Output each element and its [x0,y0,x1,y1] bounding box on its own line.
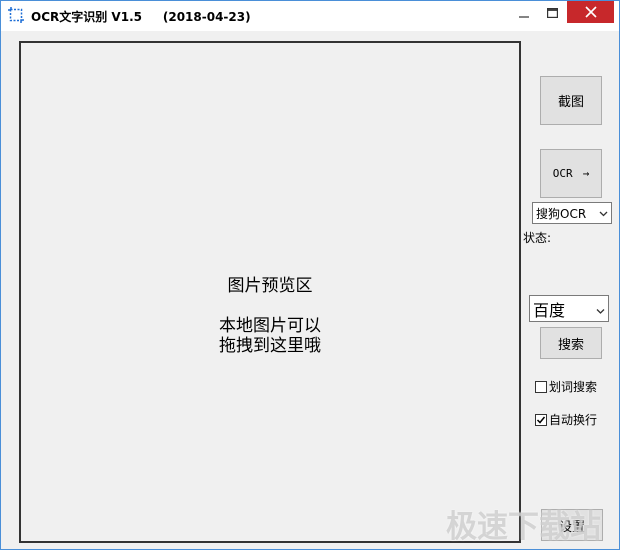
search-engine-value: 百度 [533,300,566,320]
screenshot-app-icon [8,7,24,23]
image-preview-area[interactable]: 图片预览区 本地图片可以 拖拽到这里哦 [19,41,521,543]
ocr-engine-select[interactable]: 搜狗OCR [532,202,612,224]
ocr-button-label: OCR [552,167,573,180]
close-button[interactable] [567,1,614,23]
watermark: 极速下载站 [446,509,601,545]
ocr-engine-value: 搜狗OCR [536,206,587,221]
minimize-icon [519,3,529,22]
search-engine-select[interactable]: 百度 [529,295,609,322]
screenshot-button-label: 截图 [557,95,584,110]
app-window: OCR文字识别 V1.5 (2018-04-23) 图片预览区 本地图片可以 拖… [0,0,620,550]
close-icon [584,3,597,22]
preview-hint-line2: 拖拽到这里哦 [219,336,321,356]
arrow-right-icon: → [582,167,590,180]
search-button[interactable]: 搜索 [540,327,602,359]
chevron-down-icon [599,206,608,220]
screenshot-button[interactable]: 截图 [540,76,602,125]
word-search-label: 划词搜索 [549,380,598,394]
auto-wrap-checkbox[interactable]: 自动换行 [535,411,597,428]
auto-wrap-checkbox-box[interactable] [535,413,547,426]
status-label: 状态: [523,231,552,245]
minimize-button[interactable] [510,1,538,23]
checkmark-icon [536,416,546,424]
word-search-checkbox[interactable]: 划词搜索 [535,378,597,395]
chevron-down-icon [596,299,605,318]
preview-title: 图片预览区 [227,276,313,296]
word-search-checkbox-box[interactable] [535,380,547,393]
auto-wrap-label: 自动换行 [549,413,598,427]
maximize-button[interactable] [538,1,566,23]
search-button-label: 搜索 [557,337,584,353]
title-bar[interactable]: OCR文字识别 V1.5 (2018-04-23) [1,1,619,31]
maximize-icon [546,3,558,22]
window-title: OCR文字识别 V1.5 (2018-04-23) [31,10,251,24]
ocr-button[interactable]: OCR → [540,149,602,198]
